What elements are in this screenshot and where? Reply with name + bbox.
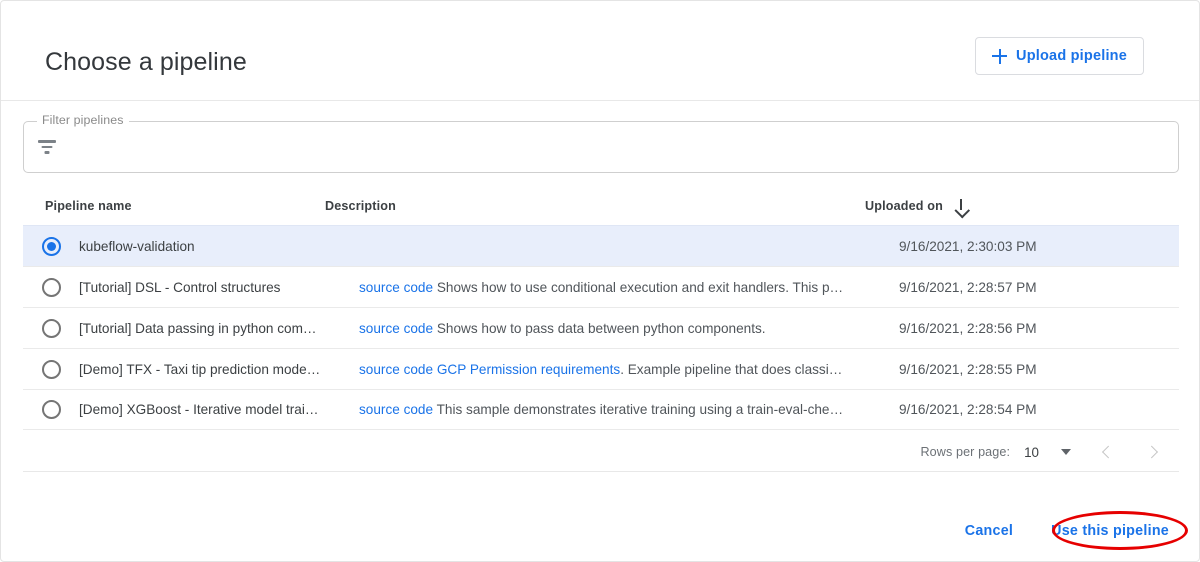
- description-text: Shows how to use conditional execution a…: [436, 279, 844, 295]
- filter-pipelines-field[interactable]: Filter pipelines: [23, 113, 1179, 173]
- dialog-actions: Cancel Use this pipeline: [957, 515, 1177, 547]
- cancel-button[interactable]: Cancel: [957, 515, 1021, 547]
- table-row[interactable]: kubeflow-validation 9/16/2021, 2:30:03 P…: [23, 225, 1179, 266]
- table-row[interactable]: [Demo] TFX - Taxi tip prediction mode… s…: [23, 348, 1179, 389]
- radio-icon-selected: [41, 236, 61, 256]
- filter-input[interactable]: [69, 121, 1169, 173]
- chevron-left-icon[interactable]: [1091, 436, 1123, 468]
- dialog-header: Choose a pipeline Upload pipeline: [1, 1, 1199, 101]
- row-radio[interactable]: [23, 277, 79, 297]
- rows-per-page-label: Rows per page:: [920, 445, 1011, 459]
- gcp-permission-requirements-link[interactable]: GCP Permission requirements: [437, 362, 620, 377]
- cell-description: source code Shows how to pass data betwe…: [359, 321, 899, 336]
- source-code-link[interactable]: source code: [359, 321, 433, 336]
- cell-description: source code GCP Permission requirements.…: [359, 362, 899, 377]
- radio-icon: [41, 400, 61, 419]
- cell-pipeline-name: kubeflow-validation: [79, 238, 195, 254]
- upload-pipeline-button[interactable]: Upload pipeline: [975, 37, 1144, 75]
- chevron-right-icon[interactable]: [1137, 436, 1169, 468]
- source-code-link[interactable]: source code: [359, 362, 433, 377]
- arrow-down-icon: [955, 199, 968, 212]
- column-header-uploaded-on-label: Uploaded on: [865, 199, 943, 213]
- table-row[interactable]: [Demo] XGBoost - Iterative model trai… s…: [23, 389, 1179, 430]
- cell-uploaded-on: 9/16/2021, 2:30:03 PM: [899, 238, 1037, 254]
- chevron-down-icon[interactable]: [1061, 449, 1071, 455]
- use-this-pipeline-button[interactable]: Use this pipeline: [1043, 515, 1177, 547]
- cell-pipeline-name: [Demo] XGBoost - Iterative model trai…: [79, 402, 319, 417]
- cell-description: source code Shows how to use conditional…: [359, 280, 899, 295]
- description-text: Shows how to pass data between python co…: [436, 320, 766, 336]
- choose-pipeline-dialog: Choose a pipeline Upload pipeline Filter…: [0, 0, 1200, 562]
- table-row[interactable]: [Tutorial] Data passing in python com… s…: [23, 307, 1179, 348]
- row-radio[interactable]: [23, 236, 79, 256]
- row-radio[interactable]: [23, 318, 79, 338]
- cell-uploaded-on: 9/16/2021, 2:28:57 PM: [899, 279, 1037, 295]
- table-row[interactable]: [Tutorial] DSL - Control structures sour…: [23, 266, 1179, 307]
- source-code-link[interactable]: source code: [359, 402, 433, 417]
- column-header-uploaded-on[interactable]: Uploaded on: [865, 199, 1179, 213]
- row-radio[interactable]: [23, 400, 79, 419]
- table-header-row: Pipeline name Description Uploaded on: [23, 187, 1179, 225]
- filter-icon[interactable]: [36, 137, 58, 157]
- cell-uploaded-on: 9/16/2021, 2:28:54 PM: [899, 402, 1037, 417]
- cell-uploaded-on: 9/16/2021, 2:28:55 PM: [899, 361, 1037, 377]
- rows-per-page-value[interactable]: 10: [1024, 445, 1039, 460]
- pipelines-table: Pipeline name Description Uploaded on ku…: [23, 187, 1179, 430]
- cell-pipeline-name: [Tutorial] Data passing in python com…: [79, 320, 317, 336]
- radio-icon: [41, 359, 61, 379]
- column-header-pipeline-name[interactable]: Pipeline name: [45, 199, 325, 213]
- cell-description: source code This sample demonstrates ite…: [359, 402, 899, 417]
- column-header-description[interactable]: Description: [325, 199, 865, 213]
- radio-icon: [41, 277, 61, 297]
- paginator: Rows per page: 10: [23, 433, 1179, 472]
- cell-pipeline-name: [Tutorial] DSL - Control structures: [79, 279, 281, 295]
- description-text: This sample demonstrates iterative train…: [436, 402, 844, 417]
- radio-icon: [41, 318, 61, 338]
- plus-icon: [992, 48, 1008, 64]
- cell-uploaded-on: 9/16/2021, 2:28:56 PM: [899, 320, 1037, 336]
- upload-pipeline-label: Upload pipeline: [1016, 48, 1127, 64]
- source-code-link[interactable]: source code: [359, 280, 433, 295]
- page-title: Choose a pipeline: [45, 48, 247, 76]
- row-radio[interactable]: [23, 359, 79, 379]
- cell-pipeline-name: [Demo] TFX - Taxi tip prediction mode…: [79, 361, 321, 377]
- description-text: . Example pipeline that does classi…: [620, 361, 843, 377]
